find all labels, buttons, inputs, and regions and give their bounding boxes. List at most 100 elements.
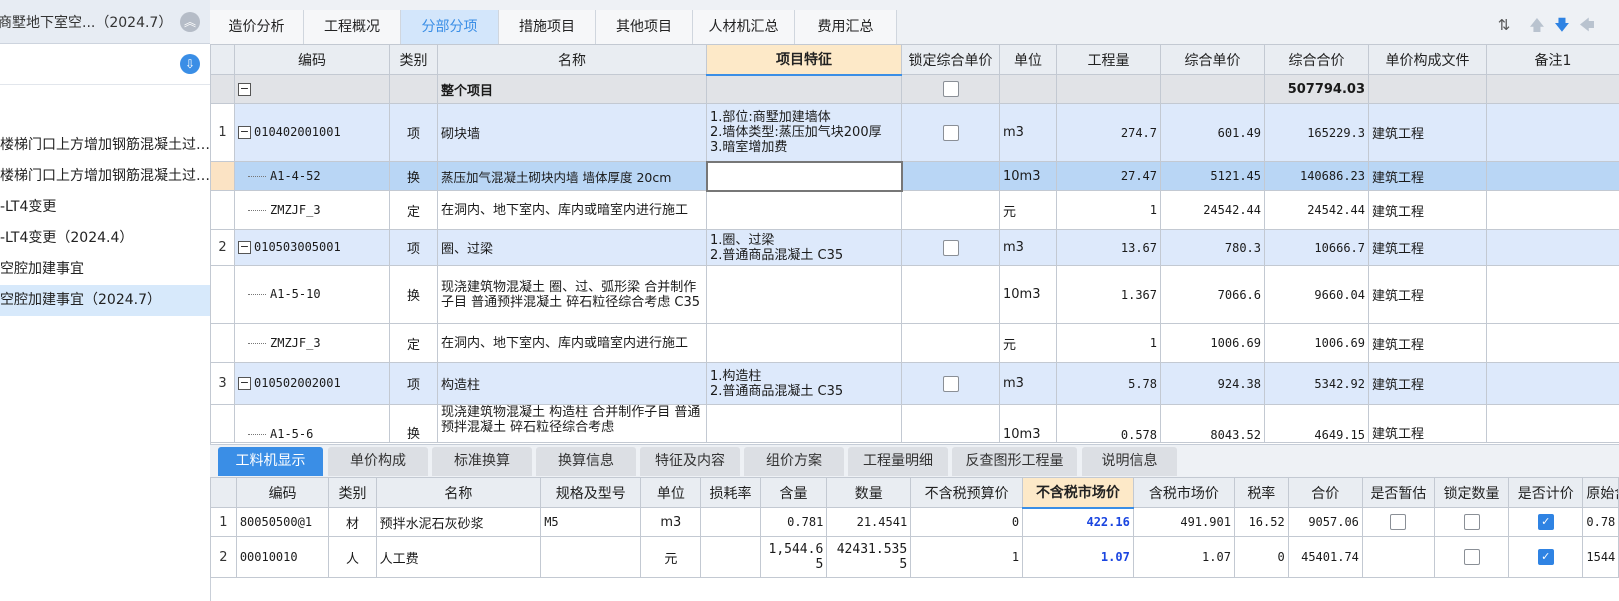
- header-orig-content[interactable]: 原始含量: [1582, 477, 1619, 508]
- cell-file[interactable]: 建筑工程: [1368, 190, 1487, 230]
- collapse-toggle-icon[interactable]: −: [238, 82, 251, 96]
- header-code[interactable]: 编码: [234, 44, 390, 75]
- cell-file[interactable]: 建筑工程: [1368, 323, 1487, 363]
- tab-other-items[interactable]: 其他项目: [596, 10, 693, 44]
- sidebar-item[interactable]: -LT4变更: [0, 192, 210, 223]
- cell-market[interactable]: 422.16: [1022, 507, 1134, 537]
- cell-feature[interactable]: 1.构造柱 2.普通商品混凝土 C35: [706, 362, 902, 405]
- cell-spec[interactable]: [540, 536, 642, 578]
- cell-file[interactable]: 建筑工程: [1368, 103, 1487, 162]
- tab-labor-material-display[interactable]: 工料机显示: [218, 447, 323, 476]
- header-feature[interactable]: 项目特征: [706, 44, 902, 76]
- estimate-checkbox[interactable]: [1390, 514, 1407, 530]
- table-row[interactable]: 2 00010010 人 人工费 元 1,544.6 5 42431.535 5…: [210, 536, 1619, 578]
- table-row[interactable]: 2 −010503005001 项 圈、过梁 1.圈、过梁 2.普通商品混凝土 …: [210, 229, 1619, 266]
- tab-description[interactable]: 说明信息: [1082, 447, 1177, 476]
- collapse-toggle-icon[interactable]: −: [238, 377, 251, 390]
- collapse-toggle-icon[interactable]: −: [238, 126, 251, 139]
- header-sum[interactable]: 综合合价: [1264, 44, 1369, 75]
- cell-qty[interactable]: 1: [1056, 323, 1161, 363]
- tab-reverse-check-graphics[interactable]: 反查图形工程量: [952, 447, 1077, 476]
- header-priced[interactable]: 是否计价: [1508, 477, 1584, 508]
- header-content[interactable]: 含量: [759, 477, 828, 508]
- table-row-selected[interactable]: A1-4-52 换 蒸压加气混凝土砌块内墙 墙体厚度 20cm 10m3 27.…: [210, 160, 1619, 192]
- move-left-icon[interactable]: 🡄: [1578, 16, 1596, 34]
- cell-name[interactable]: 预拌水泥石灰砂浆: [375, 507, 542, 537]
- cell-qty[interactable]: 0.578: [1056, 404, 1161, 443]
- cell-name[interactable]: 构造柱: [437, 362, 707, 405]
- lock-checkbox[interactable]: [942, 239, 959, 256]
- header-lock-qty[interactable]: 锁定数量: [1433, 477, 1510, 508]
- table-row[interactable]: ZMZJF_3 定 在洞内、地下室内、库内或暗室内进行施工 元 1 1006.6…: [210, 323, 1619, 363]
- collapse-icon[interactable]: ︽: [180, 11, 200, 32]
- sidebar-item[interactable]: -LT4变更（2024.4）: [0, 223, 210, 254]
- header-quantity[interactable]: 数量: [826, 477, 912, 508]
- lock-checkbox[interactable]: [942, 81, 959, 97]
- cell-qty[interactable]: 274.7: [1056, 103, 1161, 162]
- cell-name[interactable]: 在洞内、地下室内、库内或暗室内进行施工: [437, 190, 707, 230]
- header-estimate[interactable]: 是否暂估: [1361, 477, 1435, 508]
- table-row[interactable]: ZMZJF_3 定 在洞内、地下室内、库内或暗室内进行施工 元 1 24542.…: [210, 190, 1619, 230]
- cell-feature[interactable]: 1.部位:商墅加建墙体 2.墙体类型:蒸压加气块200厚 3.暗室增加费: [706, 103, 902, 162]
- cell-file[interactable]: 建筑工程: [1368, 161, 1487, 191]
- priced-checkbox[interactable]: ✓: [1537, 514, 1554, 530]
- tab-project-overview[interactable]: 工程概况: [304, 10, 401, 44]
- move-down-icon[interactable]: 🡇: [1553, 16, 1571, 34]
- cell-file[interactable]: 建筑工程: [1368, 265, 1487, 324]
- tab-features-content[interactable]: 特征及内容: [640, 447, 740, 476]
- column-settings-icon[interactable]: ⇅: [1495, 16, 1513, 34]
- lock-qty-checkbox[interactable]: [1463, 549, 1480, 565]
- lock-qty-checkbox[interactable]: [1463, 514, 1480, 530]
- cell-content[interactable]: 0.781: [759, 507, 828, 537]
- cell-name[interactable]: 圈、过梁: [437, 229, 707, 266]
- cell-market-tax[interactable]: 491.901: [1132, 507, 1235, 537]
- cell-rate[interactable]: 0: [1233, 536, 1289, 578]
- tab-labor-material-summary[interactable]: 人材机汇总: [693, 10, 795, 44]
- cell-qty[interactable]: 13.67: [1056, 229, 1161, 266]
- cell-content[interactable]: 1,544.6 5: [759, 536, 828, 578]
- header-code[interactable]: 编码: [235, 477, 330, 508]
- table-row[interactable]: 3 −010502002001 项 构造柱 1.构造柱 2.普通商品混凝土 C3…: [210, 362, 1619, 405]
- table-row[interactable]: 1 −010402001001 项 砌块墙 1.部位:商墅加建墙体 2.墙体类型…: [210, 103, 1619, 162]
- cell-qty[interactable]: 27.47: [1056, 161, 1161, 191]
- cell-name[interactable]: 人工费: [375, 536, 542, 578]
- header-budget-price[interactable]: 不含税预算价: [910, 477, 1024, 508]
- lock-checkbox[interactable]: [942, 375, 959, 392]
- cell-name[interactable]: 现浇建筑物混凝土 圈、过、弧形梁 合并制作子目 普通预拌混凝土 碎石粒径综合考虑…: [437, 265, 707, 324]
- cell-qty[interactable]: 5.78: [1056, 362, 1161, 405]
- sidebar-item-selected[interactable]: 空腔加建事宜（2024.7）: [0, 285, 210, 316]
- cell-market[interactable]: 1.07: [1022, 536, 1134, 578]
- cell-feature-editing[interactable]: [705, 160, 903, 192]
- sidebar-item[interactable]: 空腔加建事宜: [0, 254, 210, 285]
- header-file[interactable]: 单价构成文件: [1368, 44, 1487, 75]
- header-name[interactable]: 名称: [437, 44, 707, 75]
- cell-feature[interactable]: 1.圈、过梁 2.普通商品混凝土 C35: [706, 229, 902, 266]
- header-type[interactable]: 类别: [328, 477, 377, 508]
- cell-qty[interactable]: 1: [1056, 190, 1161, 230]
- table-row-total[interactable]: − 整个项目 507794.03: [210, 74, 1619, 104]
- tab-quantity-details[interactable]: 工程量明细: [848, 447, 948, 476]
- header-type[interactable]: 类别: [389, 44, 438, 75]
- tab-divisional-items[interactable]: 分部分项: [401, 10, 499, 44]
- cell-market-tax[interactable]: 1.07: [1132, 536, 1235, 578]
- lock-checkbox[interactable]: [942, 124, 959, 141]
- cell-file[interactable]: 建筑工程: [1368, 404, 1487, 443]
- header-lock-price[interactable]: 锁定综合单价: [901, 44, 1000, 75]
- cell-name[interactable]: 蒸压加气混凝土砌块内墙 墙体厚度 20cm: [437, 161, 707, 191]
- tab-price-composition[interactable]: 单价构成: [328, 447, 428, 476]
- sidebar-item[interactable]: 楼梯门口上方增加钢筋混凝土过梁...: [0, 130, 210, 161]
- cell-spec[interactable]: M5: [540, 507, 642, 537]
- cell-name[interactable]: 现浇建筑物混凝土 构造柱 合并制作子目 普通预拌混凝土 碎石粒径综合考虑: [437, 404, 707, 443]
- cell-qty[interactable]: 1.367: [1056, 265, 1161, 324]
- tab-pricing-scheme[interactable]: 组价方案: [744, 447, 844, 476]
- tab-cost-summary[interactable]: 费用汇总: [795, 10, 897, 44]
- header-name[interactable]: 名称: [375, 477, 542, 508]
- header-price[interactable]: 综合单价: [1160, 44, 1265, 75]
- header-loss-rate[interactable]: 损耗率: [700, 477, 761, 508]
- header-qty[interactable]: 工程量: [1056, 44, 1161, 75]
- cell-loss[interactable]: [700, 536, 761, 578]
- header-note1[interactable]: 备注1: [1486, 44, 1619, 75]
- header-market-price-tax[interactable]: 含税市场价: [1132, 477, 1235, 508]
- header-tax-rate[interactable]: 税率: [1233, 477, 1289, 508]
- tab-measures[interactable]: 措施项目: [499, 10, 596, 44]
